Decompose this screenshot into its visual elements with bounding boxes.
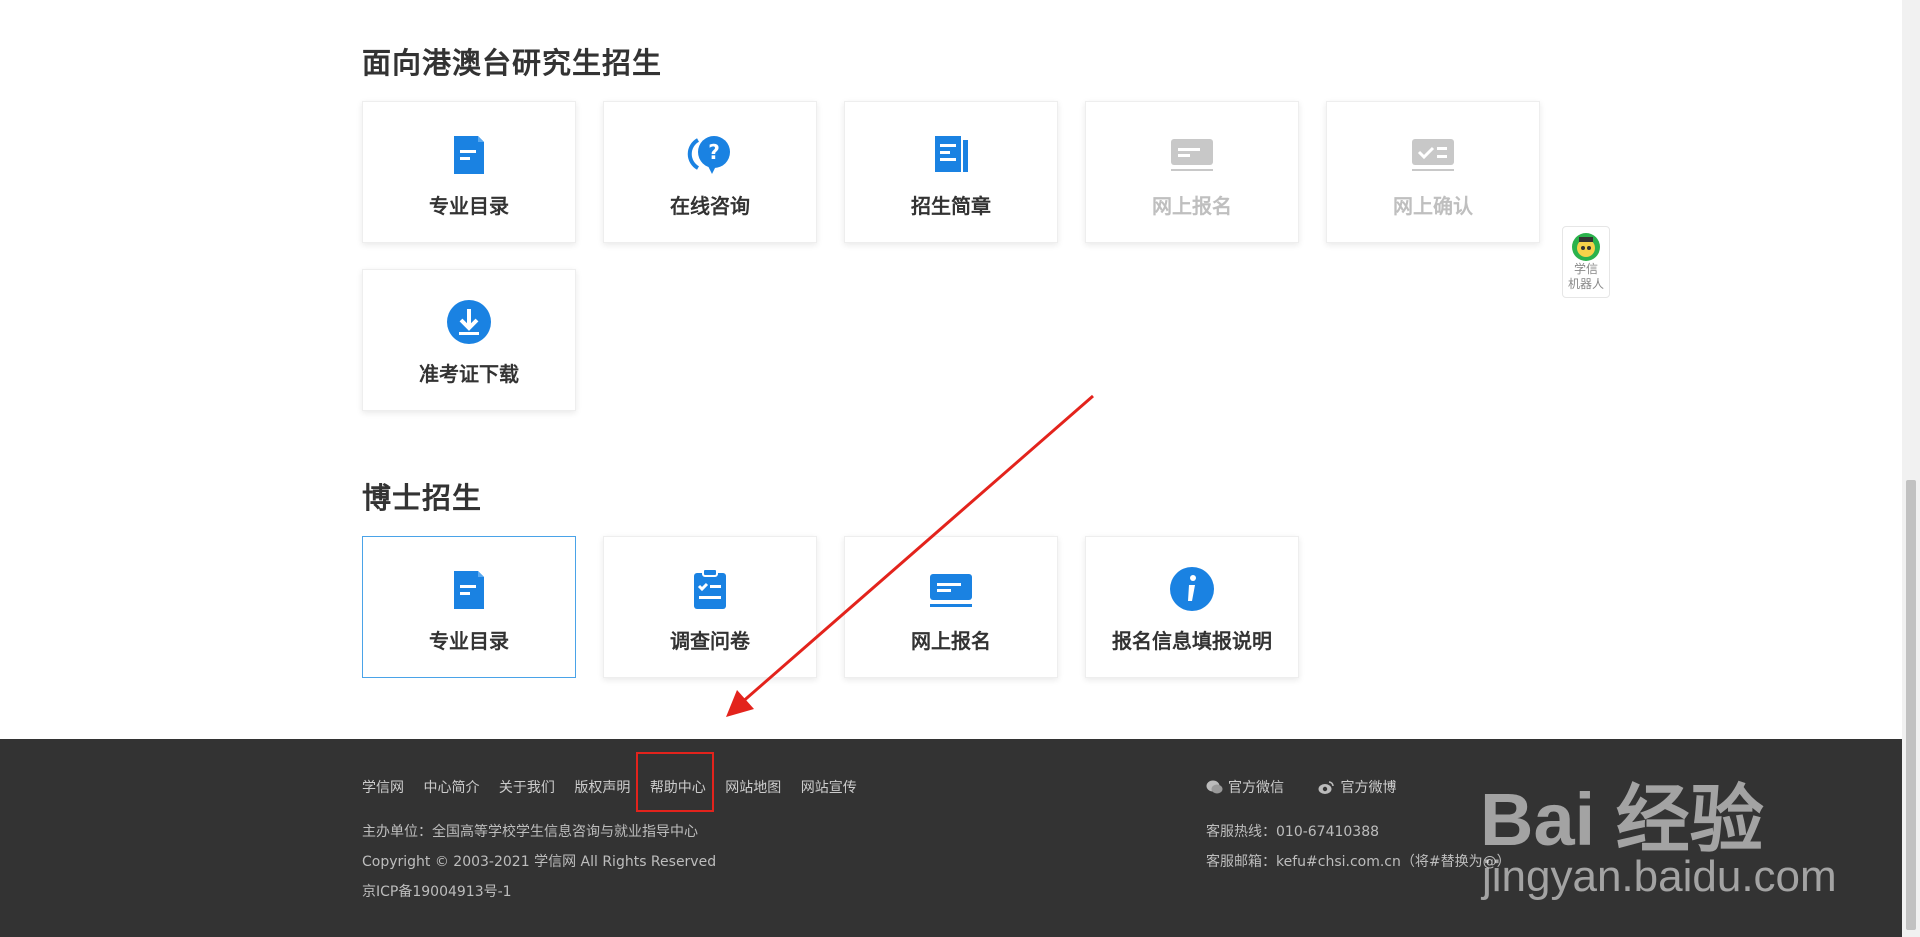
weibo-icon bbox=[1318, 781, 1335, 794]
card-doctoral-major-catalog[interactable]: 专业目录 bbox=[362, 536, 576, 678]
footer-link-copyright[interactable]: 版权声明 bbox=[574, 777, 630, 797]
card-doctoral-online-registration[interactable]: 网上报名 bbox=[844, 536, 1058, 678]
card-label: 在线咨询 bbox=[670, 194, 750, 218]
footer-link-center-intro[interactable]: 中心简介 bbox=[423, 777, 479, 797]
card-online-registration-disabled: 网上报名 bbox=[1085, 101, 1299, 243]
footer-link-chsi[interactable]: 学信网 bbox=[362, 777, 404, 797]
card-label: 调查问卷 bbox=[670, 629, 750, 653]
wechat-label: 官方微信 bbox=[1228, 780, 1284, 796]
official-wechat-link[interactable]: 官方微信 bbox=[1206, 780, 1288, 796]
footer-link-sitemap[interactable]: 网站地图 bbox=[725, 777, 781, 797]
card-admission-ticket-download[interactable]: 准考证下载 bbox=[362, 269, 576, 411]
card-online-consult[interactable]: ? 在线咨询 bbox=[603, 101, 817, 243]
card-label: 报名信息填报说明 bbox=[1112, 629, 1272, 653]
card-major-catalog[interactable]: 专业目录 bbox=[362, 101, 576, 243]
card-label: 准考证下载 bbox=[419, 362, 519, 386]
robot-label-line2: 机器人 bbox=[1567, 277, 1604, 291]
svg-text:?: ? bbox=[708, 140, 720, 164]
brochure-icon bbox=[927, 130, 975, 178]
document-icon bbox=[445, 565, 493, 613]
card-registration-info-guide[interactable]: 报名信息填报说明 bbox=[1085, 536, 1299, 678]
card-admission-brochure[interactable]: 招生简章 bbox=[844, 101, 1058, 243]
card-icon bbox=[1168, 130, 1216, 178]
download-icon bbox=[445, 298, 493, 346]
section-title-doctoral: 博士招生 bbox=[362, 481, 483, 515]
section-title-hk-macao-taiwan: 面向港澳台研究生招生 bbox=[362, 46, 663, 80]
footer-copyright: Copyright © 2003-2021 学信网 All Rights Res… bbox=[362, 854, 717, 870]
xuexin-robot-button[interactable]: 学信 机器人 bbox=[1562, 226, 1610, 298]
footer-sponsor: 主办单位：全国高等学校学生信息咨询与就业指导中心 bbox=[362, 824, 698, 840]
robot-avatar-icon bbox=[1572, 233, 1600, 261]
monitor-icon bbox=[927, 565, 975, 613]
help-center-highlight-box bbox=[636, 752, 714, 812]
card-online-confirm-disabled: 网上确认 bbox=[1326, 101, 1540, 243]
footer: 学信网 中心简介 关于我们 版权声明 帮助中心 网站地图 网站宣传 主办单位：全… bbox=[0, 739, 1902, 937]
card-check-icon bbox=[1409, 130, 1457, 178]
card-label: 网上报名 bbox=[911, 629, 991, 653]
wechat-icon bbox=[1206, 780, 1223, 794]
official-weibo-link[interactable]: 官方微博 bbox=[1318, 780, 1396, 796]
clipboard-check-icon bbox=[686, 565, 734, 613]
footer-hotline: 客服热线：010-67410388 bbox=[1206, 824, 1380, 840]
weibo-label: 官方微博 bbox=[1340, 780, 1397, 796]
card-label: 网上报名 bbox=[1152, 194, 1232, 218]
footer-icp[interactable]: 京ICP备19004913号-1 bbox=[362, 881, 512, 901]
card-label: 专业目录 bbox=[429, 194, 509, 218]
info-icon bbox=[1168, 565, 1216, 613]
footer-link-promotion[interactable]: 网站宣传 bbox=[801, 777, 857, 797]
question-chat-icon: ? bbox=[686, 130, 734, 178]
footer-email: 客服邮箱：kefu#chsi.com.cn（将#替换为@） bbox=[1206, 854, 1511, 870]
card-survey[interactable]: 调查问卷 bbox=[603, 536, 817, 678]
document-icon bbox=[445, 130, 493, 178]
footer-links: 学信网 中心简介 关于我们 版权声明 帮助中心 网站地图 网站宣传 bbox=[362, 777, 872, 797]
scrollbar-thumb[interactable] bbox=[1906, 480, 1916, 930]
footer-link-about-us[interactable]: 关于我们 bbox=[499, 777, 555, 797]
card-label: 招生简章 bbox=[911, 194, 991, 218]
vertical-scrollbar[interactable] bbox=[1902, 0, 1920, 937]
card-label: 专业目录 bbox=[429, 629, 509, 653]
card-label: 网上确认 bbox=[1393, 194, 1473, 218]
robot-label-line1: 学信 bbox=[1573, 262, 1598, 276]
footer-social: 官方微信 官方微博 bbox=[1206, 777, 1426, 797]
